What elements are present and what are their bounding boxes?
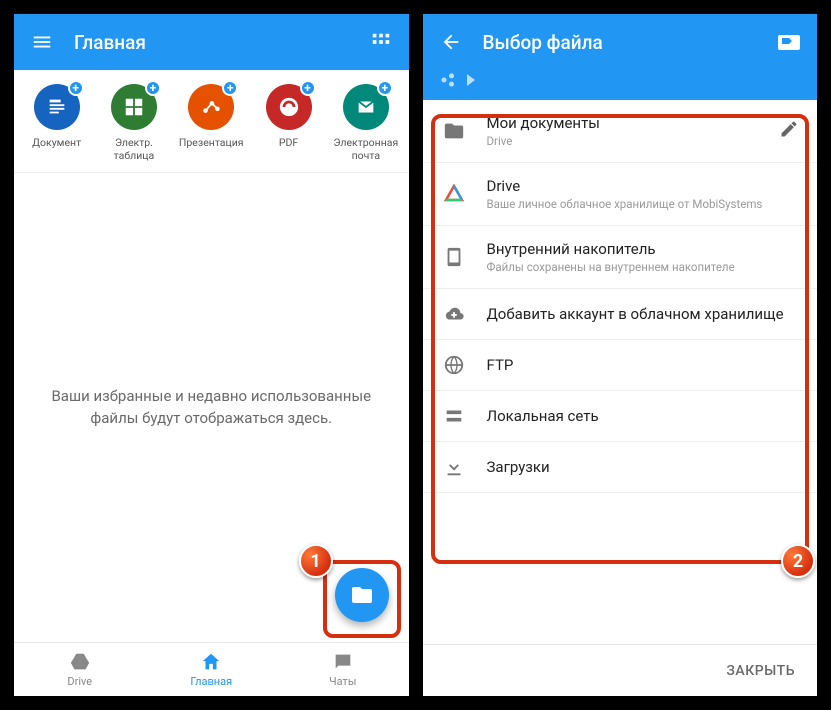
- shortcut-pdf[interactable]: + PDF: [253, 84, 325, 162]
- appbar: Выбор файла: [423, 14, 818, 70]
- nav-drive[interactable]: Drive: [14, 643, 146, 696]
- location-add-cloud-account[interactable]: Добавить аккаунт в облачном хранилище: [423, 289, 818, 340]
- shortcut-email[interactable]: + Электронная почта: [330, 84, 402, 162]
- lan-icon: [441, 405, 467, 427]
- location-ftp[interactable]: FTP: [423, 340, 818, 391]
- drive-logo-icon: [441, 184, 467, 204]
- chevron-right-icon: [467, 74, 475, 86]
- screen-file-picker: Выбор файла Мои документы Drive Drive Ва…: [423, 14, 818, 696]
- shortcuts-row: + Документ + Электр. таблица + Презентац…: [14, 70, 409, 173]
- location-downloads[interactable]: Загрузки: [423, 442, 818, 493]
- plus-badge-icon: +: [145, 80, 161, 96]
- appbar: Главная: [14, 14, 409, 70]
- nav-label: Чаты: [329, 675, 356, 688]
- shortcut-presentation[interactable]: + Презентация: [175, 84, 247, 162]
- location-local-network[interactable]: Локальная сеть: [423, 391, 818, 442]
- edit-icon[interactable]: [779, 119, 799, 143]
- hamburger-icon[interactable]: [30, 30, 54, 54]
- dialog-footer: ЗАКРЫТЬ: [423, 644, 818, 696]
- breadcrumb: [423, 70, 818, 100]
- plus-badge-icon: +: [222, 80, 238, 96]
- back-arrow-icon[interactable]: [439, 30, 463, 54]
- location-my-documents[interactable]: Мои документы Drive: [423, 100, 818, 163]
- row-title: Внутренний накопитель: [487, 240, 800, 258]
- plus-badge-icon: +: [68, 80, 84, 96]
- nav-chats[interactable]: Чаты: [277, 643, 409, 696]
- fab-open-file[interactable]: [335, 568, 389, 622]
- appbar-title: Выбор файла: [483, 31, 758, 54]
- app-logo-icon[interactable]: [777, 30, 801, 54]
- cloud-add-icon: [441, 303, 467, 325]
- row-title: Drive: [487, 177, 800, 195]
- row-title: Добавить аккаунт в облачном хранилище: [487, 305, 800, 323]
- shortcut-spreadsheet[interactable]: + Электр. таблица: [98, 84, 170, 162]
- shortcut-label: Презентация: [179, 136, 244, 149]
- screen-home: Главная + Документ + Электр. таблица + П: [14, 14, 409, 696]
- appbar-title: Главная: [74, 31, 349, 54]
- shortcut-label: PDF: [279, 136, 298, 149]
- row-title: Локальная сеть: [487, 407, 800, 425]
- close-button[interactable]: ЗАКРЫТЬ: [726, 663, 795, 679]
- nav-home[interactable]: Главная: [146, 643, 278, 696]
- download-icon: [441, 456, 467, 478]
- location-internal-storage[interactable]: Внутренний накопитель Файлы сохранены на…: [423, 226, 818, 289]
- row-title: Загрузки: [487, 458, 800, 476]
- row-title: FTP: [487, 356, 800, 374]
- shortcut-label: Электронная почта: [333, 136, 398, 162]
- grid-view-icon[interactable]: [369, 30, 393, 54]
- location-list: Мои документы Drive Drive Ваше личное об…: [423, 100, 818, 644]
- plus-badge-icon: +: [377, 80, 393, 96]
- nav-label: Главная: [190, 675, 232, 688]
- row-subtitle: Файлы сохранены на внутреннем накопителе: [487, 260, 800, 274]
- row-title: Мои документы: [487, 114, 760, 132]
- folder-icon: [441, 120, 467, 142]
- globe-icon: [441, 354, 467, 376]
- shortcut-document[interactable]: + Документ: [21, 84, 93, 162]
- shortcut-label: Документ: [32, 136, 81, 149]
- location-drive[interactable]: Drive Ваше личное облачное хранилище от …: [423, 163, 818, 226]
- shortcut-label: Электр. таблица: [114, 136, 155, 162]
- nav-label: Drive: [67, 675, 92, 688]
- bottom-nav: Drive Главная Чаты: [14, 642, 409, 696]
- plus-badge-icon: +: [300, 80, 316, 96]
- breadcrumb-root-icon[interactable]: [439, 70, 459, 90]
- row-subtitle: Drive: [487, 134, 760, 148]
- phone-icon: [441, 246, 467, 268]
- row-subtitle: Ваше личное облачное хранилище от MobiSy…: [487, 197, 800, 211]
